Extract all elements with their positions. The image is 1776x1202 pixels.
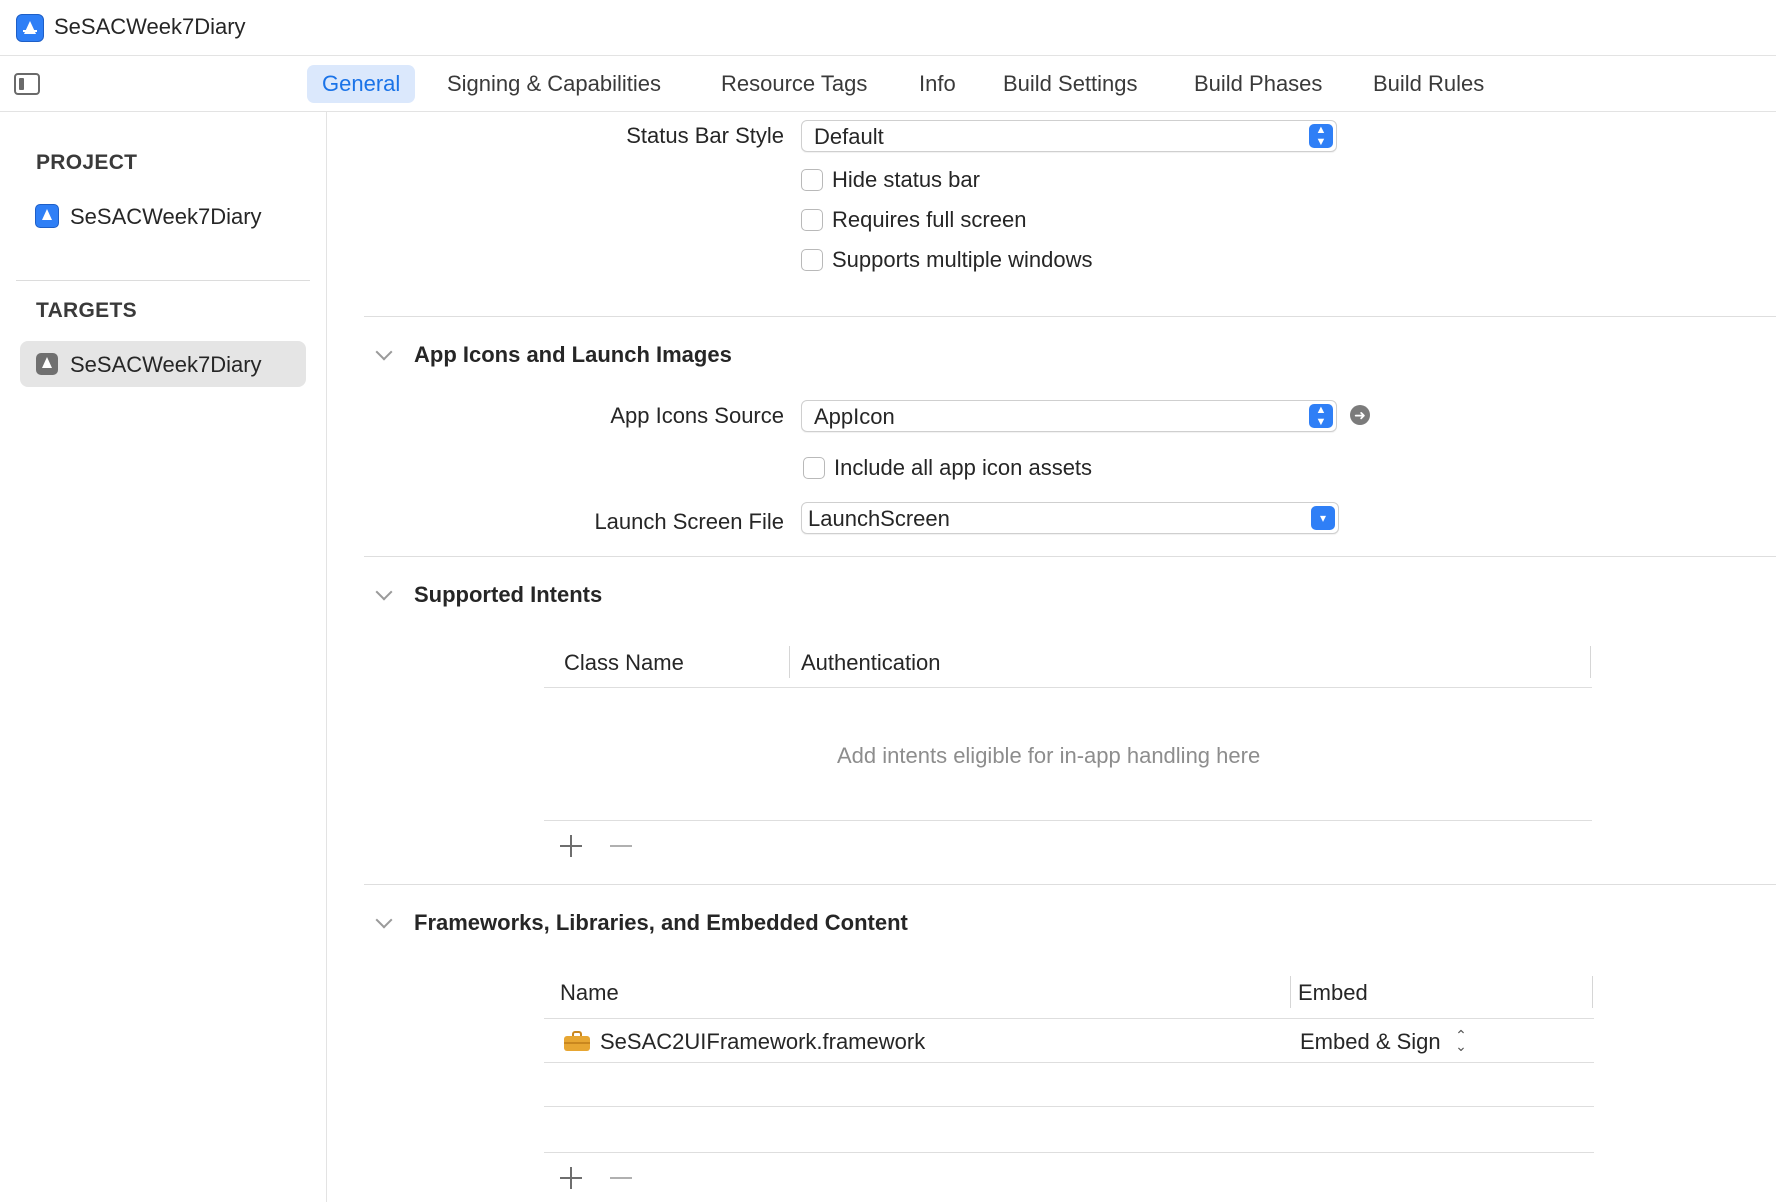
tab-build-phases[interactable]: Build Phases	[1179, 65, 1337, 103]
include-all-app-icons-label: Include all app icon assets	[834, 455, 1093, 480]
intents-empty-placeholder: Add intents eligible for in-app handling…	[837, 743, 1261, 768]
tab-build-settings[interactable]: Build Settings	[988, 65, 1153, 103]
launch-screen-file-value: LaunchScreen	[808, 506, 950, 531]
remove-intent-button[interactable]	[609, 834, 633, 858]
editor-tab-bar: General Signing & Capabilities Resource …	[0, 56, 1776, 112]
requires-full-screen-label: Requires full screen	[832, 207, 1027, 232]
status-bar-style-value: Default	[814, 124, 884, 149]
sidebar-toggle-icon[interactable]	[14, 73, 40, 95]
table-row-divider	[544, 1062, 1594, 1063]
embed-popup[interactable]: Embed & Sign	[1300, 1029, 1441, 1055]
section-divider	[364, 556, 1776, 557]
sidebar-item-label: SeSACWeek7Diary	[70, 352, 262, 377]
supported-intents-section-title[interactable]: Supported Intents	[414, 582, 602, 608]
tab-build-rules[interactable]: Build Rules	[1358, 65, 1499, 103]
sidebar-item-label: SeSACWeek7Diary	[70, 204, 262, 229]
table-row-divider	[544, 1106, 1594, 1107]
column-separator	[789, 646, 790, 678]
table-bottom-divider	[544, 820, 1592, 821]
status-bar-style-popup[interactable]: Default ▲ ▼	[801, 120, 1337, 152]
launch-screen-file-label: Launch Screen File	[594, 509, 784, 534]
column-separator	[1592, 976, 1593, 1008]
tab-info[interactable]: Info	[904, 65, 971, 103]
column-header-authentication[interactable]: Authentication	[801, 650, 940, 676]
app-icons-source-popup[interactable]: AppIcon ▲ ▼	[801, 400, 1337, 432]
title-bar: SeSACWeek7Diary	[0, 0, 1776, 56]
app-icons-source-label: App Icons Source	[610, 403, 784, 428]
chevron-down-icon[interactable]	[375, 583, 393, 601]
supports-multiple-windows-label: Supports multiple windows	[832, 247, 1093, 272]
frameworks-section-title[interactable]: Frameworks, Libraries, and Embedded Cont…	[414, 910, 908, 936]
project-navigator: PROJECT SeSACWeek7Diary TARGETS SeSACWee…	[0, 112, 327, 1202]
tab-general[interactable]: General	[307, 65, 416, 103]
section-divider	[364, 316, 1776, 317]
column-separator	[1590, 646, 1591, 678]
status-bar-style-label: Status Bar Style	[626, 123, 784, 148]
project-section-header: PROJECT	[36, 151, 138, 174]
app-target-icon	[36, 353, 58, 375]
up-down-chevron-icon: ▲ ▼	[1309, 404, 1333, 428]
add-framework-button[interactable]	[559, 1166, 583, 1190]
section-divider	[364, 884, 1776, 885]
table-header-divider	[544, 687, 1592, 688]
up-down-chevron-icon[interactable]: ⌃ ⌄	[1454, 1028, 1468, 1053]
general-settings-pane: Status Bar Style Default ▲ ▼ Hide status …	[328, 112, 1776, 1202]
go-to-arrow-icon[interactable]: ➜	[1350, 405, 1370, 425]
table-row[interactable]: SeSAC2UIFramework.framework Embed & Sign…	[544, 1019, 1594, 1063]
tab-signing-capabilities[interactable]: Signing & Capabilities	[432, 65, 676, 103]
include-all-app-icons-checkbox[interactable]	[803, 457, 825, 479]
launch-screen-file-combobox[interactable]: LaunchScreen ▾	[801, 502, 1339, 534]
sidebar-divider	[16, 280, 310, 281]
app-icons-section-title[interactable]: App Icons and Launch Images	[414, 342, 732, 368]
requires-full-screen-checkbox[interactable]	[801, 209, 823, 231]
supports-multiple-windows-checkbox[interactable]	[801, 249, 823, 271]
chevron-down-icon[interactable]	[375, 343, 393, 361]
project-icon	[35, 204, 59, 228]
add-intent-button[interactable]	[559, 834, 583, 858]
column-header-embed[interactable]: Embed	[1298, 980, 1368, 1006]
window-title: SeSACWeek7Diary	[54, 14, 246, 39]
up-down-chevron-icon: ▲ ▼	[1309, 124, 1333, 148]
table-bottom-divider	[544, 1152, 1594, 1153]
hide-status-bar-label: Hide status bar	[832, 167, 980, 192]
xcode-project-icon	[16, 14, 44, 42]
column-header-class-name[interactable]: Class Name	[564, 650, 684, 676]
tab-resource-tags[interactable]: Resource Tags	[706, 65, 882, 103]
sidebar-item-project[interactable]: SeSACWeek7Diary	[20, 193, 306, 239]
column-header-name[interactable]: Name	[560, 980, 619, 1006]
chevron-down-icon: ▾	[1311, 506, 1335, 530]
column-separator	[1290, 976, 1291, 1008]
sidebar-item-target[interactable]: SeSACWeek7Diary	[20, 341, 306, 387]
hide-status-bar-checkbox[interactable]	[801, 169, 823, 191]
chevron-down-icon[interactable]	[375, 911, 393, 929]
app-icons-source-value: AppIcon	[814, 404, 895, 429]
targets-section-header: TARGETS	[36, 299, 137, 322]
remove-framework-button[interactable]	[609, 1166, 633, 1190]
framework-name: SeSAC2UIFramework.framework	[600, 1029, 926, 1054]
framework-toolbox-icon	[564, 1031, 590, 1051]
